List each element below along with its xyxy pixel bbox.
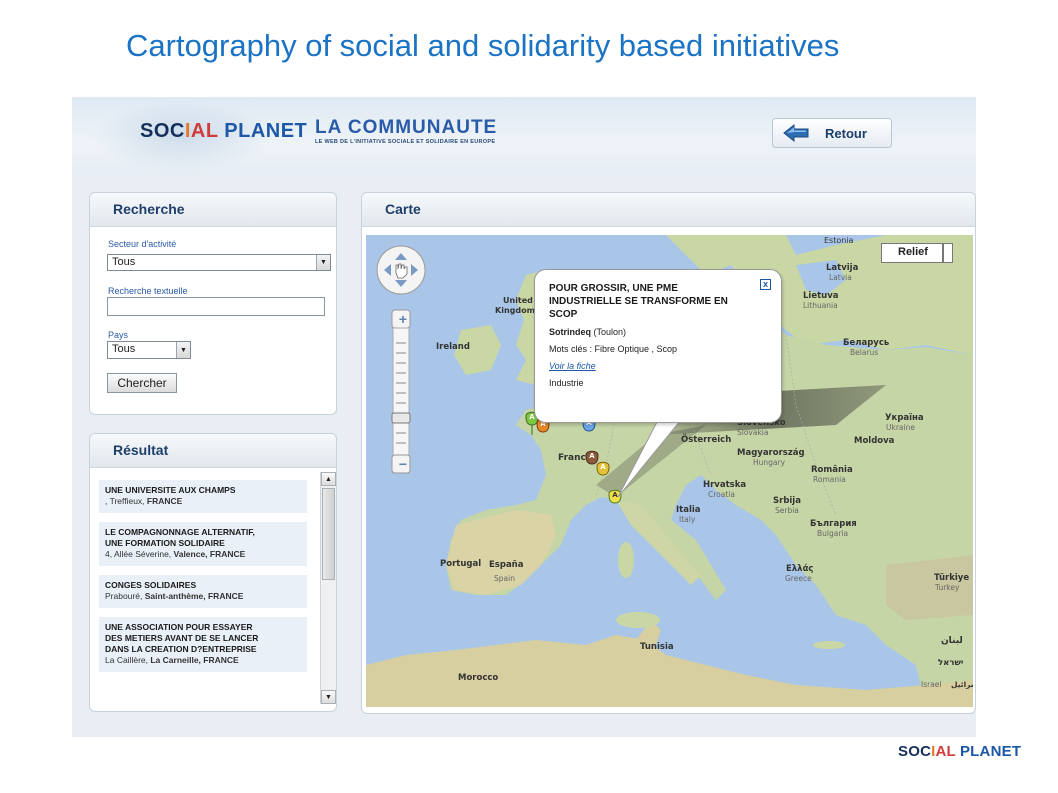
map-label: United xyxy=(503,296,533,305)
website-screenshot: SOCIAL PLANET LA COMMUNAUTE LE WEB DE L'… xyxy=(72,97,976,737)
map-label: Kingdom xyxy=(495,306,535,315)
map-marker: A xyxy=(585,450,599,465)
popup-org: Sotrindeq (Toulon) xyxy=(549,327,627,337)
map-view[interactable]: Estonia Latvija Latvia Lietuva Lithuania… xyxy=(366,235,973,707)
map-label: Italy xyxy=(679,515,696,524)
text-search-input[interactable] xyxy=(107,297,325,316)
close-icon[interactable]: x xyxy=(760,279,771,290)
country-label: Pays xyxy=(108,330,129,340)
scroll-up-icon[interactable]: ▲ xyxy=(321,472,336,486)
site-header: SOCIAL PLANET LA COMMUNAUTE LE WEB DE L'… xyxy=(72,97,976,175)
sector-select-value: Tous xyxy=(112,256,136,268)
result-item[interactable]: UNE UNIVERSITE AUX CHAMPS , Treffieux, F… xyxy=(99,480,307,513)
map-panel: Carte Estonia Latvija Latvia Lietuva Lit… xyxy=(361,192,976,714)
map-label: Ireland xyxy=(436,342,470,352)
map-label: România xyxy=(811,465,853,475)
map-label: Latvia xyxy=(829,273,852,282)
results-scrollbar[interactable]: ▲ ▼ xyxy=(320,472,336,704)
map-label: Croatia xyxy=(708,490,735,499)
map-label: لبنان xyxy=(941,636,963,646)
country-select[interactable]: Tous ▼ xyxy=(107,341,191,359)
map-label: Lithuania xyxy=(803,301,838,310)
results-panel-title: Résultat xyxy=(90,434,336,468)
dropdown-arrow-icon: ▼ xyxy=(316,255,330,270)
map-marker: A xyxy=(608,489,622,504)
svg-text:A: A xyxy=(612,491,618,499)
zoom-out-button[interactable]: − xyxy=(394,455,412,473)
map-label: Bulgaria xyxy=(817,529,848,538)
results-panel: Résultat UNE UNIVERSITE AUX CHAMPS , Tre… xyxy=(89,433,337,712)
info-popup: x POUR GROSSIR, UNE PME INDUSTRIELLE SE … xyxy=(534,269,782,423)
map-label: Hungary xyxy=(753,458,786,467)
map-label: Israel xyxy=(921,680,942,689)
scroll-down-icon[interactable]: ▼ xyxy=(321,690,336,704)
sector-select[interactable]: Tous ▼ xyxy=(107,254,331,271)
relief-button[interactable]: Relief xyxy=(881,243,943,263)
result-item[interactable]: CONGES SOLIDAIRES Prabouré, Saint-anthèm… xyxy=(99,575,307,608)
text-search-label: Recherche textuelle xyxy=(108,286,188,296)
map-label: ישראל xyxy=(938,658,963,668)
map-label: Spain xyxy=(494,574,515,583)
map-label: Україна xyxy=(885,413,924,423)
result-item[interactable]: LE COMPAGNONNAGE ALTERNATIF, UNE FORMATI… xyxy=(99,522,307,566)
svg-text:A: A xyxy=(589,452,595,460)
social-planet-logo[interactable]: SOCIAL PLANET xyxy=(140,120,307,143)
map-label: Tunisia xyxy=(640,642,674,652)
map-label: Ελλάς xyxy=(786,564,813,574)
retour-button[interactable]: Retour xyxy=(772,118,892,148)
map-label: Türkiye xyxy=(934,573,969,583)
map-panel-title: Carte xyxy=(362,193,975,227)
map-label: Ukraine xyxy=(886,423,915,432)
result-item[interactable]: UNE ASSOCIATION POUR ESSAYER DES METIERS… xyxy=(99,617,307,672)
map-marker: A xyxy=(596,461,610,476)
map-label: Estonia xyxy=(824,236,854,245)
map-label: Österreich xyxy=(681,434,731,445)
popup-keywords: Mots clés : Fibre Optique , Scop xyxy=(549,344,678,354)
map-label: Greece xyxy=(785,574,812,583)
map-label: България xyxy=(810,519,857,529)
map-label: España xyxy=(489,560,524,570)
chercher-button[interactable]: Chercher xyxy=(107,373,177,393)
map-label: Lietuva xyxy=(803,291,839,301)
map-label: Latvija xyxy=(826,263,859,273)
social-planet-footer-logo: SOCIAL PLANET xyxy=(898,743,1022,760)
map-label: Magyarország xyxy=(737,448,805,458)
results-list: UNE UNIVERSITE AUX CHAMPS , Treffieux, F… xyxy=(99,480,307,702)
map-label: Belarus xyxy=(850,348,878,357)
country-select-value: Tous xyxy=(112,343,136,355)
search-panel: Recherche Secteur d'activité Tous ▼ Rech… xyxy=(89,192,337,415)
la-communaute-logo[interactable]: LA COMMUNAUTE LE WEB DE L'INITIATIVE SOC… xyxy=(315,117,497,145)
map-label: Slovakia xyxy=(737,428,769,437)
retour-label: Retour xyxy=(825,125,867,141)
zoom-slider-thumb xyxy=(391,412,411,424)
dropdown-arrow-icon: ▼ xyxy=(176,342,190,358)
slide-title: Cartography of social and solidarity bas… xyxy=(126,28,840,63)
map-label: إسرائيل xyxy=(951,680,973,689)
map-label: Portugal xyxy=(440,559,481,569)
popup-sector: Industrie xyxy=(549,378,584,388)
voir-la-fiche-link[interactable]: Voir la fiche xyxy=(549,361,769,372)
search-panel-title: Recherche xyxy=(90,193,336,227)
map-label: Turkey xyxy=(934,583,960,592)
scroll-thumb[interactable] xyxy=(322,488,335,580)
map-label: Moldova xyxy=(854,436,895,446)
communaute-tagline: LE WEB DE L'INITIATIVE SOCIALE ET SOLIDA… xyxy=(315,139,496,145)
map-label: Srbija xyxy=(773,496,801,506)
map-label: Serbia xyxy=(775,506,799,515)
map-label: Italia xyxy=(676,505,701,515)
map-label: Morocco xyxy=(458,673,498,683)
map-label: Hrvatska xyxy=(703,480,746,490)
map-type-button[interactable] xyxy=(942,243,953,263)
svg-text:A: A xyxy=(600,463,606,471)
back-arrow-icon xyxy=(781,122,811,144)
sector-label: Secteur d'activité xyxy=(108,239,177,249)
map-label: Romania xyxy=(813,475,846,484)
zoom-in-button[interactable]: + xyxy=(394,310,412,328)
map-controls[interactable] xyxy=(374,243,430,483)
popup-title: POUR GROSSIR, UNE PME INDUSTRIELLE SE TR… xyxy=(549,283,728,320)
map-type-controls: Relief xyxy=(881,243,953,263)
map-label: Беларусь xyxy=(843,338,889,348)
communaute-title: LA COMMUNAUTE xyxy=(315,117,498,138)
